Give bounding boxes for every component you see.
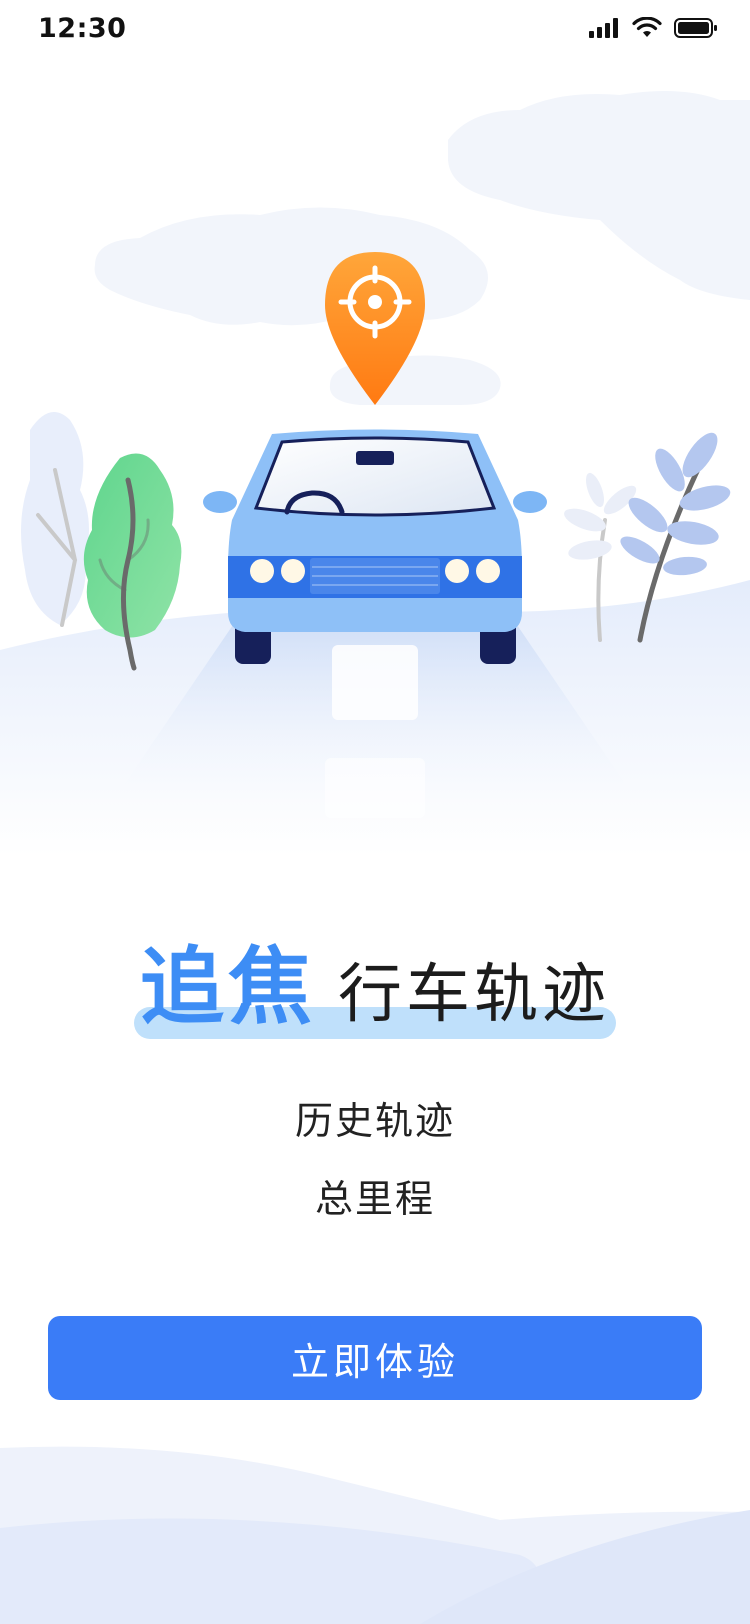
try-now-button[interactable]: 立即体验 <box>48 1316 702 1400</box>
bottom-hills <box>0 1446 750 1624</box>
road-marking <box>332 645 418 720</box>
road-marking <box>325 758 425 818</box>
feature-history-track: 历史轨迹 <box>294 1099 455 1143</box>
feature-total-mileage: 总里程 <box>314 1177 435 1221</box>
headline-text-group: 追焦 行车轨迹 <box>133 920 616 1041</box>
cloud-shapes <box>94 91 750 405</box>
cellular-signal-icon <box>589 18 618 38</box>
hero-illustration <box>0 91 750 856</box>
status-icons <box>588 17 718 39</box>
battery-icon <box>674 18 717 38</box>
background-bush <box>21 412 89 625</box>
headline-accent: 追焦 <box>139 937 316 1036</box>
car-illustration <box>203 429 547 664</box>
headline-title: 行车轨迹 <box>338 957 610 1032</box>
headline: 追焦 行车轨迹 <box>0 925 750 1039</box>
status-bar: 12:30 <box>0 0 750 56</box>
wifi-icon <box>632 17 662 37</box>
status-time: 12:30 <box>38 12 127 44</box>
